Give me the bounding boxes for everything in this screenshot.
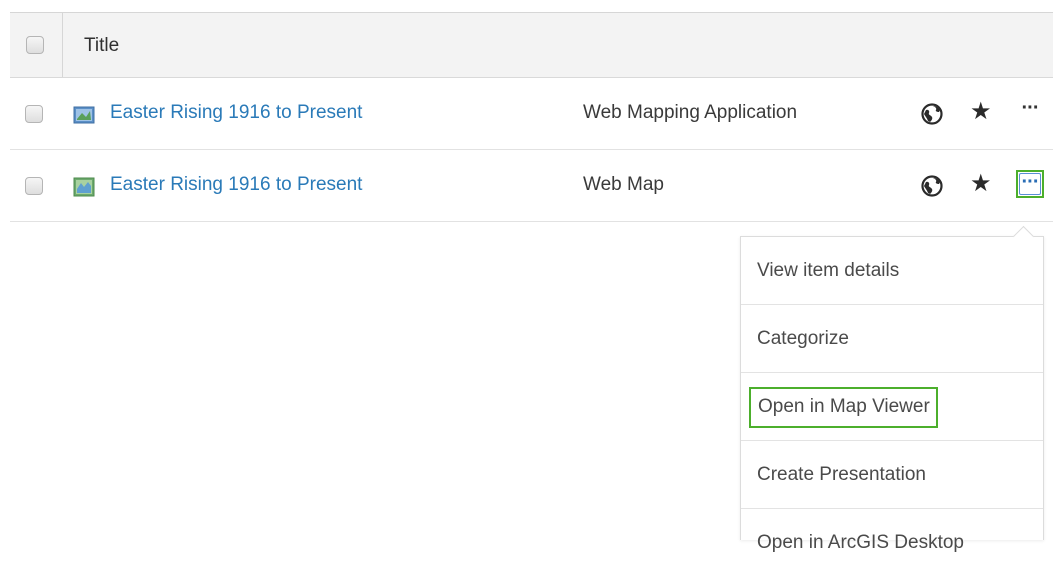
item-type: Web Mapping Application — [583, 102, 798, 123]
table-header: Title — [10, 12, 1053, 78]
more-options-button[interactable]: ··· — [1016, 170, 1044, 198]
favorite-star-icon[interactable]: ★ — [970, 170, 992, 198]
item-type: Web Map — [583, 174, 664, 195]
menu-item-label: Categorize — [757, 328, 849, 349]
menu-item-open-in-map-viewer[interactable]: Open in Map Viewer — [741, 373, 1043, 441]
row-checkbox[interactable] — [25, 177, 43, 195]
menu-item-label: Create Presentation — [757, 464, 926, 485]
favorite-star-icon[interactable]: ★ — [970, 98, 992, 126]
title-column-header[interactable]: Title — [84, 35, 119, 57]
menu-item-open-in-arcgis-desktop[interactable]: Open in ArcGIS Desktop — [741, 509, 1043, 577]
menu-item-label: Open in ArcGIS Desktop — [757, 532, 964, 553]
menu-item-categorize[interactable]: Categorize — [741, 305, 1043, 373]
menu-item-label: Open in Map Viewer — [749, 387, 938, 428]
more-options-button[interactable]: ··· — [1016, 98, 1044, 126]
globe-icon — [921, 103, 943, 125]
header-divider — [62, 13, 63, 77]
menu-item-view-item-details[interactable]: View item details — [741, 237, 1043, 305]
table-row: Easter Rising 1916 to Present Web Map ★ … — [10, 150, 1053, 222]
item-options-menu: View item details Categorize Open in Map… — [740, 236, 1044, 553]
menu-item-label: View item details — [757, 260, 900, 281]
globe-icon — [921, 175, 943, 197]
web-mapping-application-icon — [73, 106, 95, 124]
item-title-link[interactable]: Easter Rising 1916 to Present — [110, 174, 362, 196]
select-all-checkbox[interactable] — [26, 36, 44, 54]
row-checkbox[interactable] — [25, 105, 43, 123]
item-title-link[interactable]: Easter Rising 1916 to Present — [110, 102, 362, 124]
web-map-icon — [73, 177, 95, 197]
menu-item-create-presentation[interactable]: Create Presentation — [741, 441, 1043, 509]
table-row: Easter Rising 1916 to Present Web Mappin… — [10, 78, 1053, 150]
